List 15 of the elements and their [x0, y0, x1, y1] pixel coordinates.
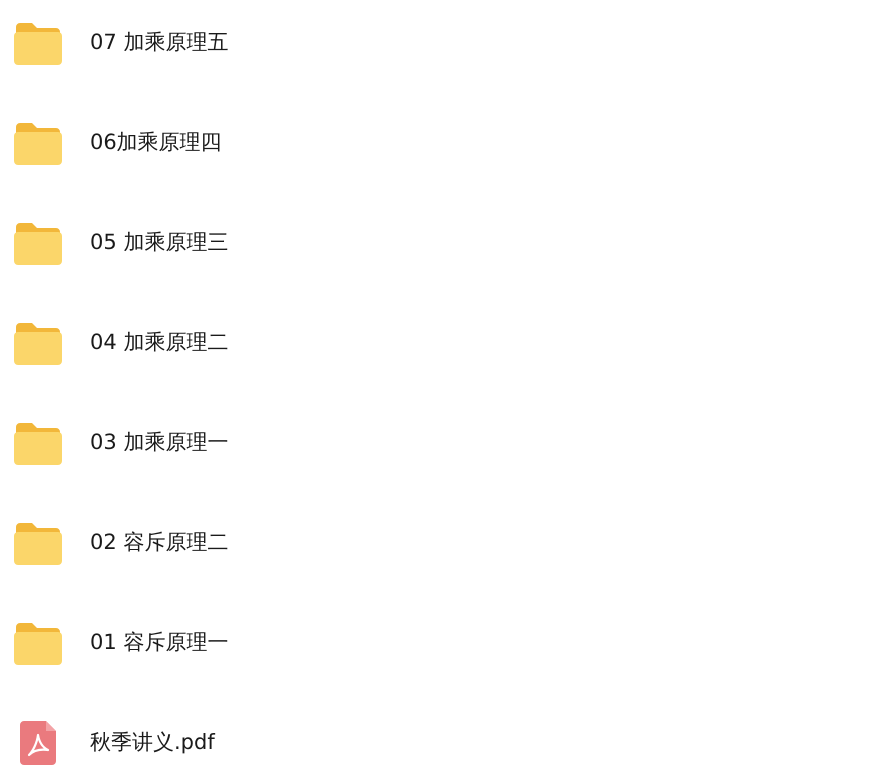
file-name[interactable]: 秋季讲义.pdf [90, 727, 215, 759]
file-name[interactable]: 07 加乘原理五 [90, 27, 228, 59]
folder-icon [14, 121, 62, 165]
folder-icon [14, 421, 62, 465]
file-name[interactable]: 01 容斥原理一 [90, 627, 228, 659]
file-name[interactable]: 06加乘原理四 [90, 127, 222, 159]
file-name[interactable]: 02 容斥原理二 [90, 527, 228, 559]
file-name[interactable]: 03 加乘原理一 [90, 427, 228, 459]
folder-icon [14, 321, 62, 365]
folder-icon [14, 621, 62, 665]
folder-icon [14, 221, 62, 265]
file-name[interactable]: 04 加乘原理二 [90, 327, 228, 359]
folder-icon [14, 521, 62, 565]
folder-icon [14, 21, 62, 65]
file-name[interactable]: 05 加乘原理三 [90, 227, 228, 259]
